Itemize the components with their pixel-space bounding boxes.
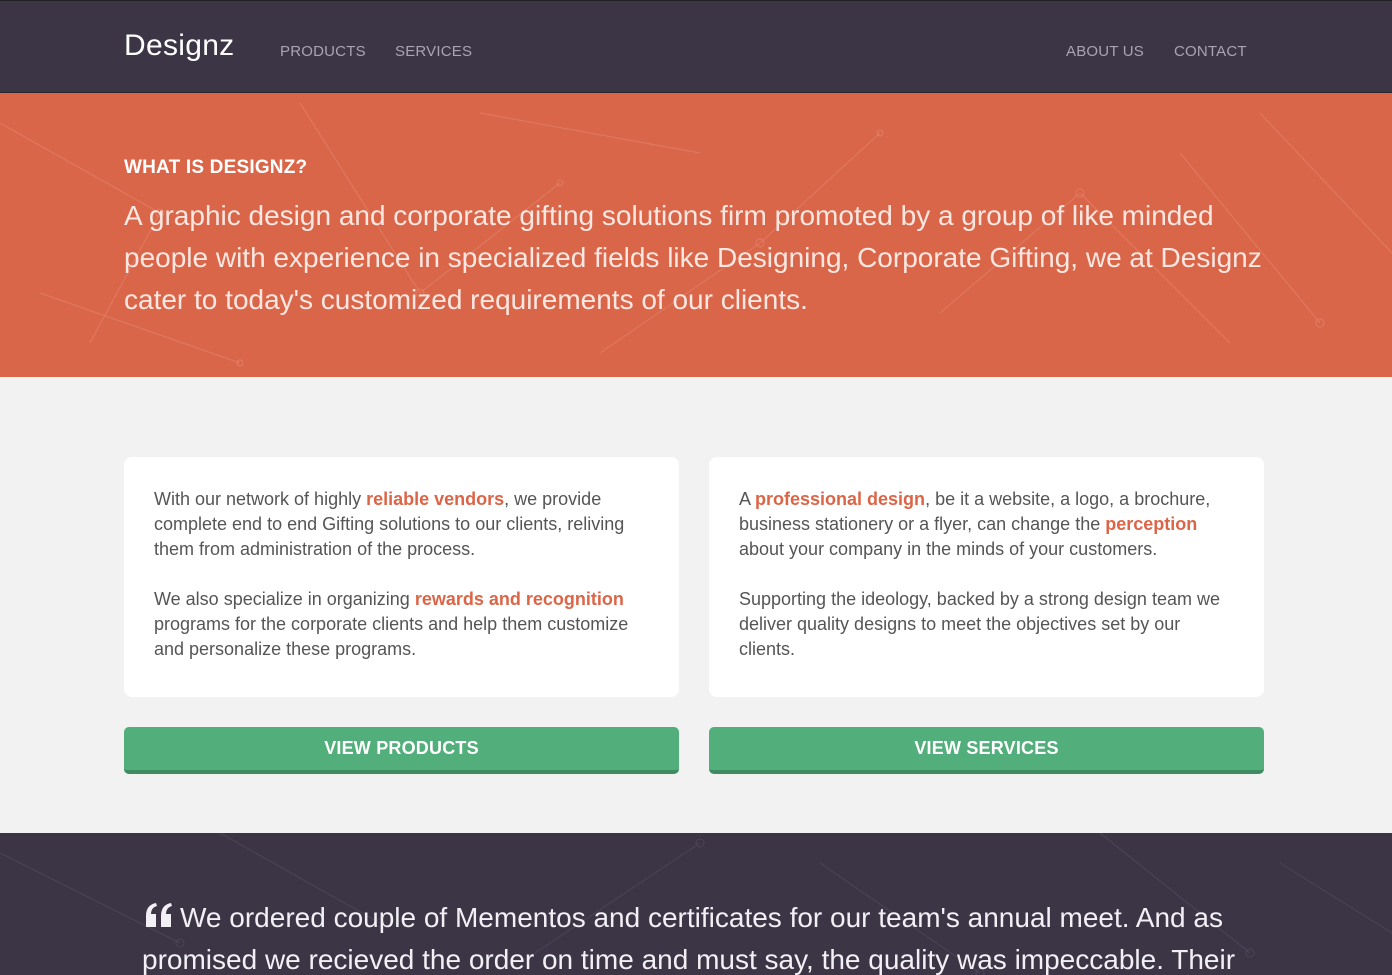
- testimonial-section: We ordered couple of Mementos and certif…: [0, 833, 1392, 975]
- highlight-rewards-recognition: rewards and recognition: [414, 589, 624, 609]
- nav-link-services[interactable]: SERVICES: [395, 43, 472, 60]
- gifting-info-card: With our network of highly reliable vend…: [124, 457, 679, 697]
- design-info-card: A professional design, be it a website, …: [709, 457, 1264, 697]
- text-fragment: With our network of highly: [154, 489, 367, 509]
- testimonial-quote: We ordered couple of Mementos and certif…: [142, 902, 1236, 975]
- gifting-paragraph-2: We also specialize in organizing rewards…: [154, 587, 649, 662]
- gifting-paragraph-1: With our network of highly reliable vend…: [154, 487, 649, 562]
- hero-section: WHAT IS DESIGNZ? A graphic design and co…: [0, 93, 1392, 377]
- design-paragraph-1: A professional design, be it a website, …: [739, 487, 1234, 562]
- view-services-button[interactable]: VIEW SERVICES: [709, 727, 1264, 774]
- hero-description: A graphic design and corporate gifting s…: [124, 200, 1262, 315]
- nav-link-products[interactable]: PRODUCTS: [280, 43, 366, 60]
- highlight-perception: perception: [1105, 514, 1198, 534]
- text-fragment: about your company in the minds of your …: [739, 539, 1158, 559]
- design-paragraph-2: Supporting the ideology, backed by a str…: [739, 589, 1220, 659]
- highlight-professional-design: professional design: [755, 489, 926, 509]
- top-navbar: Designz PRODUCTS SERVICES ABOUT US CONTA…: [0, 0, 1392, 93]
- text-fragment: We also specialize in organizing: [154, 589, 415, 609]
- text-fragment: programs for the corporate clients and h…: [154, 614, 629, 659]
- text-fragment: A: [739, 489, 756, 509]
- view-products-button[interactable]: VIEW PRODUCTS: [124, 727, 679, 774]
- nav-link-about-us[interactable]: ABOUT US: [1066, 43, 1144, 60]
- brand-logo-link[interactable]: Designz: [124, 29, 234, 63]
- hero-heading: WHAT IS DESIGNZ?: [124, 157, 308, 178]
- nav-link-contact[interactable]: CONTACT: [1174, 43, 1247, 60]
- highlight-reliable-vendors: reliable vendors: [366, 489, 505, 509]
